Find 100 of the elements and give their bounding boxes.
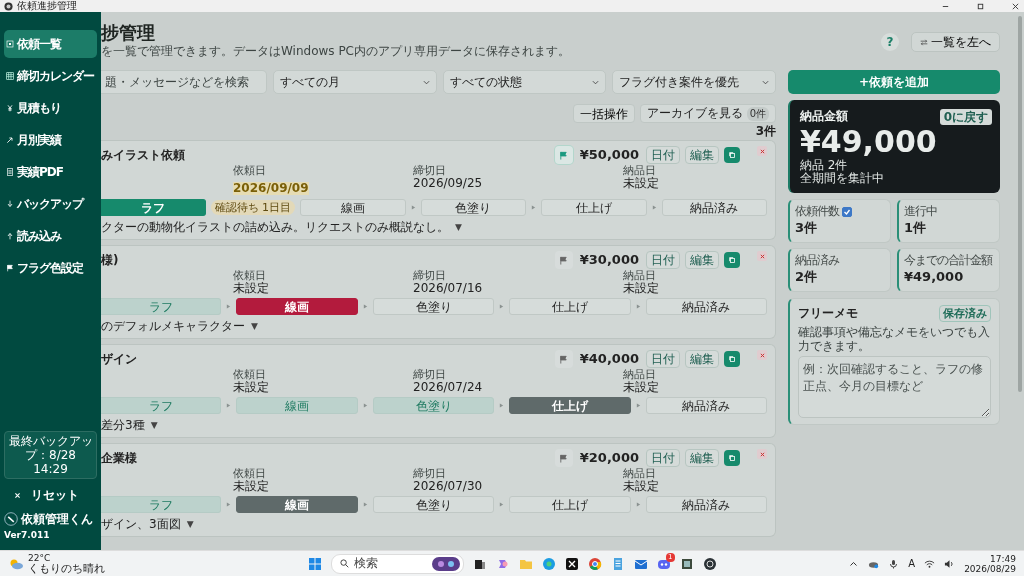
expand-toggle[interactable]: ▼ — [251, 321, 258, 331]
arrow-icon — [226, 403, 232, 408]
copy-button[interactable] — [724, 351, 740, 367]
speaker-icon[interactable] — [944, 558, 956, 569]
stage-step[interactable]: 納品済み — [645, 496, 768, 513]
sidebar-item[interactable]: バックアップ — [4, 190, 97, 218]
input-method-indicator[interactable]: A — [908, 558, 916, 569]
arrow-icon — [635, 502, 641, 507]
delete-button[interactable] — [757, 146, 767, 156]
expand-toggle[interactable]: ▼ — [150, 420, 158, 430]
app-icon — [4, 1, 13, 11]
sidebar-item[interactable]: 読み込み — [4, 222, 97, 250]
stage-step[interactable]: 線画 — [236, 496, 358, 513]
taskbar-search-field[interactable]: 検索 — [330, 553, 464, 574]
stat-label: 進行中 — [904, 205, 937, 218]
expand-toggle[interactable]: ▼ — [455, 222, 462, 232]
flag-button[interactable] — [554, 449, 573, 467]
sidebar-item[interactable]: 実績PDF — [4, 158, 97, 186]
stage-step[interactable]: 仕上げ — [509, 496, 631, 513]
copy-button[interactable] — [724, 450, 740, 466]
stage-step[interactable]: ラフ — [101, 199, 206, 216]
maximize-icon[interactable] — [976, 1, 985, 11]
close-icon[interactable] — [1011, 1, 1020, 11]
swap-icon — [920, 38, 928, 46]
game-icon[interactable] — [679, 556, 694, 571]
help-button[interactable]: ? — [881, 33, 899, 51]
stage-step[interactable]: 色塗り — [372, 298, 495, 315]
stage-step[interactable]: 納品済み — [645, 397, 768, 414]
card-button[interactable]: 編集 — [685, 251, 719, 269]
stage-step[interactable]: 仕上げ — [541, 199, 647, 216]
search-field[interactable]: 題・メッセージなどを検索 — [101, 70, 268, 94]
stage-step[interactable]: 色塗り — [372, 496, 495, 513]
stage-step[interactable]: 納品済み — [661, 199, 767, 216]
save-status: 保存済み — [939, 305, 991, 322]
sidebar-item[interactable]: 月別実績 — [4, 126, 97, 154]
card-button[interactable]: 日付 — [646, 251, 680, 269]
card-button[interactable]: 日付 — [646, 350, 680, 368]
flag-button[interactable] — [554, 146, 573, 164]
request-note: のデフォルメキャラクター — [101, 319, 245, 333]
date-label: 締切日 — [413, 270, 447, 282]
caret-icon — [592, 79, 600, 85]
delete-button[interactable] — [757, 350, 767, 360]
card-button[interactable]: 編集 — [685, 146, 719, 164]
reset-button[interactable]: リセット — [4, 487, 97, 504]
bulk-action-button[interactable]: 一括操作 — [572, 104, 635, 123]
stage-step[interactable]: 仕上げ — [509, 397, 631, 414]
add-request-button[interactable]: +依頼を追加 — [788, 70, 1000, 94]
arrow-icon — [499, 502, 505, 507]
copy-button[interactable] — [724, 147, 740, 163]
app-icon[interactable] — [702, 556, 717, 571]
app-icon[interactable] — [564, 556, 579, 571]
scrollbar[interactable] — [1018, 16, 1022, 392]
stage-step[interactable]: 仕上げ — [509, 298, 631, 315]
stage-step[interactable]: ラフ — [101, 496, 222, 513]
card-button[interactable]: 日付 — [646, 146, 680, 164]
start-icon[interactable] — [307, 556, 322, 571]
browser-icon[interactable] — [541, 556, 556, 571]
checkbox[interactable] — [842, 206, 852, 217]
card-button[interactable]: 編集 — [685, 449, 719, 467]
copy-icon — [728, 256, 736, 264]
sidebar-item[interactable]: 締切カレンダー — [4, 62, 97, 90]
down-icon — [6, 200, 14, 208]
stat-value: 3件 — [795, 220, 819, 236]
copy-button[interactable] — [724, 252, 740, 268]
request-price: ¥30,000 — [579, 252, 639, 268]
card-button[interactable]: 日付 — [646, 449, 680, 467]
microphone-icon[interactable] — [888, 558, 900, 569]
stage-step[interactable]: ラフ — [101, 298, 222, 315]
delete-button[interactable] — [757, 251, 767, 261]
delete-button[interactable] — [757, 449, 767, 459]
stage-step[interactable]: 線画 — [236, 298, 358, 315]
flag-button[interactable] — [554, 350, 573, 368]
flag-button[interactable] — [554, 251, 573, 269]
filter-dropdown[interactable]: フラグ付き案件を優先 — [612, 70, 776, 94]
arrow-icon — [651, 205, 657, 210]
yen-icon — [6, 104, 14, 112]
date-value: 未設定 — [233, 480, 270, 493]
stage-step[interactable]: ラフ — [101, 397, 222, 414]
arrow-icon — [226, 304, 232, 309]
sidebar-item[interactable]: フラグ色設定 — [4, 254, 97, 282]
wifi-icon[interactable] — [924, 558, 936, 569]
request-price: ¥50,000 — [579, 147, 639, 163]
sidebar-item[interactable]: 見積もり — [4, 94, 97, 122]
reset-total-button[interactable]: 0に戻す — [939, 108, 992, 125]
archive-button[interactable]: アーカイブを見る 0件 — [639, 104, 776, 123]
expand-toggle[interactable]: ▼ — [186, 519, 194, 529]
status-badge: 確認待ち 1日目 — [210, 200, 295, 215]
swap-layout-button[interactable]: 一覧を左へ — [911, 32, 1000, 52]
stage-step[interactable]: 納品済み — [645, 298, 768, 315]
memo-field[interactable]: 例：次回確認すること、ラフの修正点、今月の目標など — [798, 356, 991, 418]
filter-dropdown[interactable]: すべての状態 — [442, 70, 607, 94]
stage-step[interactable]: 色塗り — [420, 199, 526, 216]
card-button[interactable]: 編集 — [685, 350, 719, 368]
filter-dropdown[interactable]: すべての月 — [273, 70, 437, 94]
close-icon — [759, 352, 765, 358]
backup-status: 最終バックアップ：8/28 14:29 — [4, 431, 97, 479]
sidebar-item[interactable]: 依頼一覧 — [4, 30, 97, 58]
page-subtitle: を一覧で管理できます。データはWindows PC内のアプリ専用データに保存されます。 — [101, 44, 570, 58]
stat-value: 1件 — [904, 220, 928, 236]
stage-step[interactable]: 線画 — [300, 199, 406, 216]
